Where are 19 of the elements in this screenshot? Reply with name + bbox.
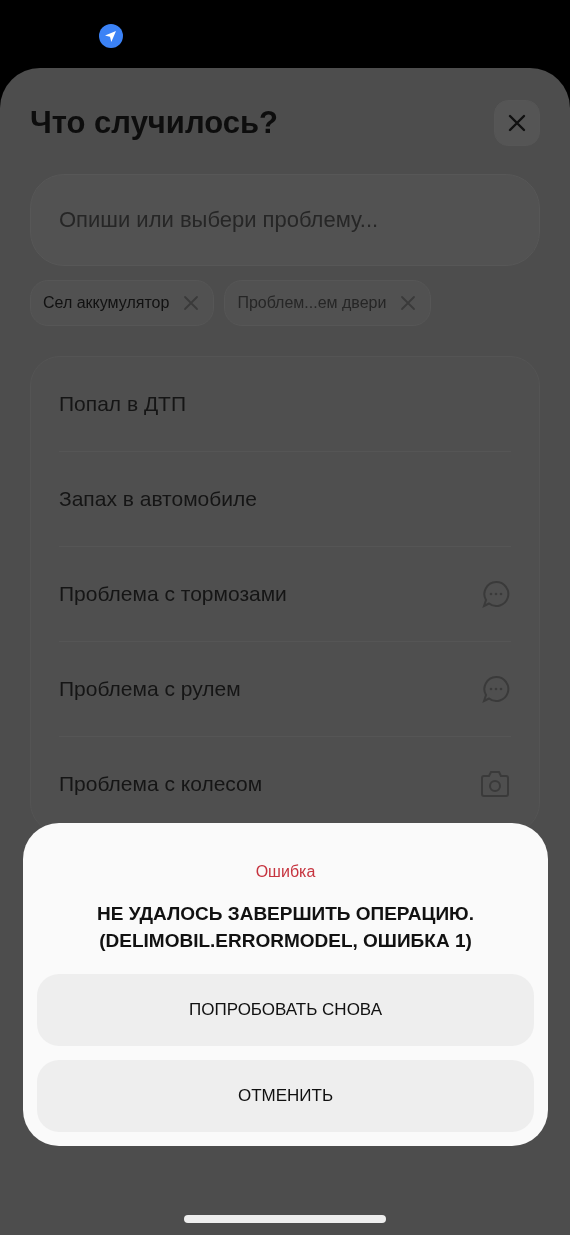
cancel-button[interactable]: ОТМЕНИТЬ [37,1060,534,1133]
error-message: НЕ УДАЛОСЬ ЗАВЕРШИТЬ ОПЕРАЦИЮ. (DELIMOBIL.ERRORMODEL, ОШИБКА 1) [96,902,475,953]
problem-label: Проблема с тормозами [59,582,287,606]
problem-chip[interactable]: Сел аккумулятор [30,280,215,326]
problem-item[interactable]: Проблема с рулем [59,642,511,737]
chip-label: Сел аккумулятор [43,294,170,312]
retry-button[interactable]: ПОПРОБОВАТЬ СНОВА [37,974,534,1047]
problem-label: Проблема с рулем [59,677,241,701]
problem-label: Проблема с колесом [59,772,263,796]
error-title: Ошибка [255,863,316,881]
close-button[interactable] [494,100,540,146]
sheet-title: Что случилось? [30,105,278,141]
problem-item[interactable]: Запах в автомобиле [59,452,511,547]
close-icon [507,113,527,133]
problem-label: Запах в автомобиле [59,487,257,511]
problem-item[interactable]: Проблема с тормозами [59,547,511,642]
location-icon [99,24,123,48]
problem-label: Попал в ДТП [59,392,187,416]
problem-item[interactable]: Попал в ДТП [59,357,511,452]
